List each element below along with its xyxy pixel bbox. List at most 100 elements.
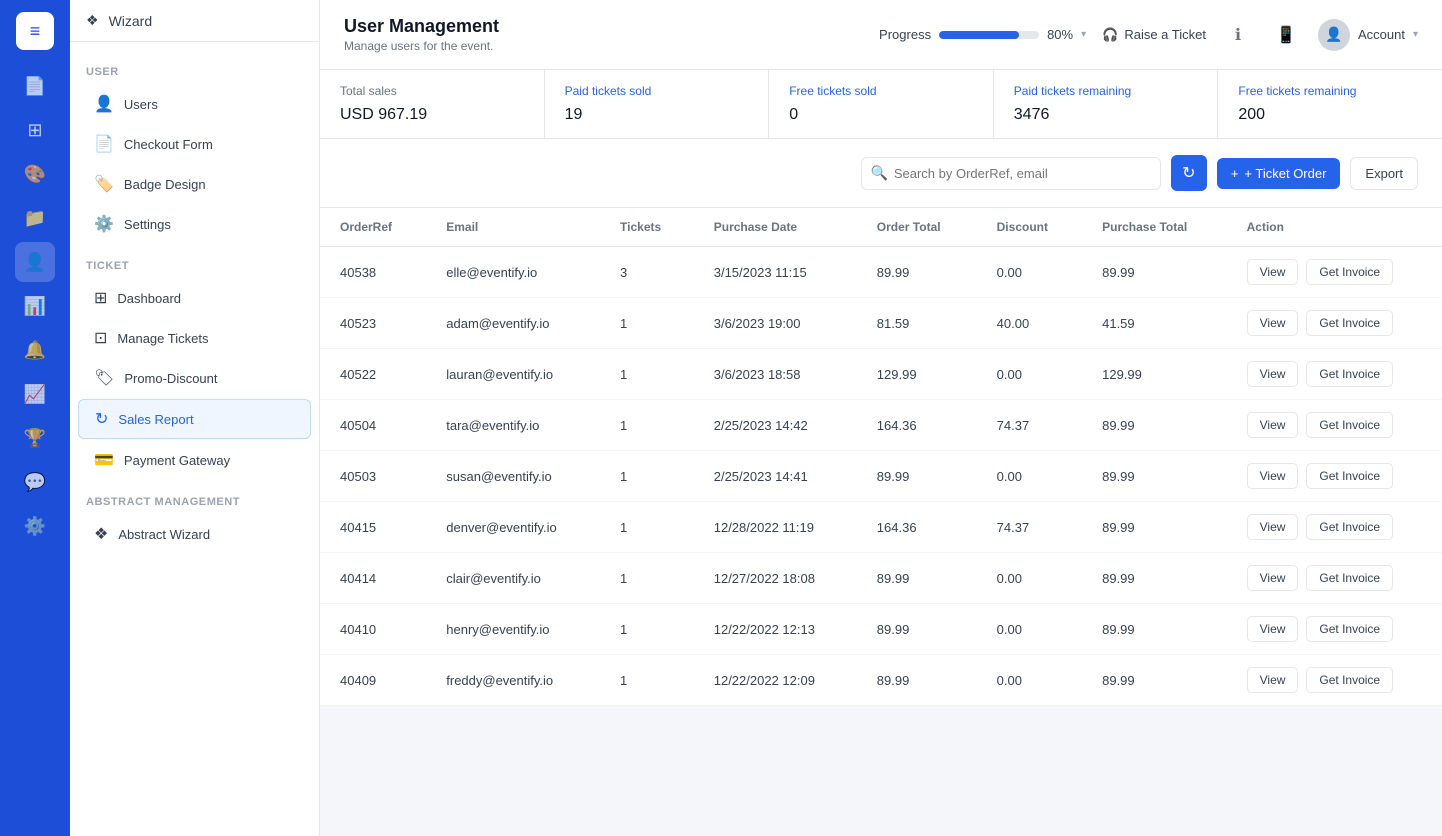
ticket-order-button[interactable]: + + Ticket Order [1217, 158, 1341, 189]
cell-email: freddy@eventify.io [426, 655, 600, 706]
cell-action: View Get Invoice [1227, 502, 1442, 553]
progress-dropdown-arrow[interactable]: ▾ [1081, 29, 1086, 40]
sidebar-item-wizard[interactable]: ❖ Wizard [70, 0, 319, 42]
cell-purchase-date: 12/22/2022 12:09 [694, 655, 857, 706]
sidebar-item-promo-discount[interactable]: 🏷 Promo-Discount [78, 359, 311, 397]
col-order-total: Order Total [857, 208, 977, 247]
cell-action: View Get Invoice [1227, 553, 1442, 604]
abstract-wizard-icon: ❖ [94, 524, 108, 544]
cell-email: susan@eventify.io [426, 451, 600, 502]
cell-email: adam@eventify.io [426, 298, 600, 349]
cell-order-total: 89.99 [857, 247, 977, 298]
cell-tickets: 1 [600, 400, 694, 451]
view-button[interactable]: View [1247, 616, 1299, 642]
cell-discount: 0.00 [977, 451, 1082, 502]
cell-purchase-date: 12/22/2022 12:13 [694, 604, 857, 655]
get-invoice-button[interactable]: Get Invoice [1306, 616, 1393, 642]
view-button[interactable]: View [1247, 259, 1299, 285]
nav-chart-icon[interactable]: 📊 [15, 286, 55, 326]
get-invoice-button[interactable]: Get Invoice [1306, 310, 1393, 336]
progress-bar [939, 31, 1039, 39]
col-discount: Discount [977, 208, 1082, 247]
nav-palette-icon[interactable]: 🎨 [15, 154, 55, 194]
cell-tickets: 1 [600, 451, 694, 502]
info-icon-button[interactable]: ℹ [1222, 19, 1254, 51]
stat-free-remaining: Free tickets remaining 200 [1218, 70, 1442, 138]
get-invoice-button[interactable]: Get Invoice [1306, 412, 1393, 438]
get-invoice-button[interactable]: Get Invoice [1306, 667, 1393, 693]
view-button[interactable]: View [1247, 514, 1299, 540]
sidebar-item-dashboard[interactable]: ⊞ Dashboard [78, 279, 311, 317]
cell-order-total: 164.36 [857, 400, 977, 451]
sidebar-item-badge-design[interactable]: 🏷️ Badge Design [78, 165, 311, 203]
view-button[interactable]: View [1247, 463, 1299, 489]
dashboard-icon: ⊞ [94, 288, 107, 308]
get-invoice-button[interactable]: Get Invoice [1306, 514, 1393, 540]
sidebar-item-manage-tickets[interactable]: ⊡ Manage Tickets [78, 319, 311, 357]
ticket-section-label: Ticket [70, 244, 319, 278]
stat-free-sold: Free tickets sold 0 [769, 70, 994, 138]
phone-icon-button[interactable]: 📱 [1270, 19, 1302, 51]
raise-ticket-button[interactable]: 🎧 Raise a Ticket [1102, 27, 1206, 43]
sidebar-item-settings[interactable]: ⚙️ Settings [78, 205, 311, 243]
account-button[interactable]: 👤 Account ▾ [1318, 19, 1418, 51]
get-invoice-button[interactable]: Get Invoice [1306, 565, 1393, 591]
sidebar-item-users[interactable]: 👤 Users [78, 85, 311, 123]
stat-paid-sold: Paid tickets sold 19 [545, 70, 770, 138]
checkout-icon: 📄 [94, 134, 114, 154]
get-invoice-button[interactable]: Get Invoice [1306, 259, 1393, 285]
nav-folder-icon[interactable]: 📁 [15, 198, 55, 238]
cell-orderref: 40503 [320, 451, 426, 502]
view-button[interactable]: View [1247, 565, 1299, 591]
cell-action: View Get Invoice [1227, 655, 1442, 706]
header: User Management Manage users for the eve… [320, 0, 1442, 70]
cell-action: View Get Invoice [1227, 349, 1442, 400]
get-invoice-button[interactable]: Get Invoice [1306, 361, 1393, 387]
cell-discount: 0.00 [977, 655, 1082, 706]
cell-action: View Get Invoice [1227, 604, 1442, 655]
cell-tickets: 1 [600, 655, 694, 706]
cell-discount: 74.37 [977, 400, 1082, 451]
sidebar-item-sales-report[interactable]: ↻ Sales Report [78, 399, 311, 439]
table-row: 40409 freddy@eventify.io 1 12/22/2022 12… [320, 655, 1442, 706]
get-invoice-button[interactable]: Get Invoice [1306, 463, 1393, 489]
col-orderref: OrderRef [320, 208, 426, 247]
progress-label: Progress [879, 27, 931, 42]
cell-purchase-date: 12/28/2022 11:19 [694, 502, 857, 553]
table-row: 40523 adam@eventify.io 1 3/6/2023 19:00 … [320, 298, 1442, 349]
cell-order-total: 129.99 [857, 349, 977, 400]
cell-purchase-date: 2/25/2023 14:42 [694, 400, 857, 451]
nav-chat-icon[interactable]: 💬 [15, 462, 55, 502]
view-button[interactable]: View [1247, 667, 1299, 693]
nav-trophy-icon[interactable]: 🏆 [15, 418, 55, 458]
badge-icon: 🏷️ [94, 174, 114, 194]
nav-file-icon[interactable]: 📄 [15, 66, 55, 106]
table-row: 40522 lauran@eventify.io 1 3/6/2023 18:5… [320, 349, 1442, 400]
cell-purchase-total: 89.99 [1082, 247, 1227, 298]
nav-bar-icon[interactable]: 📈 [15, 374, 55, 414]
view-button[interactable]: View [1247, 361, 1299, 387]
view-button[interactable]: View [1247, 310, 1299, 336]
cell-purchase-total: 89.99 [1082, 553, 1227, 604]
page-subtitle: Manage users for the event. [344, 39, 499, 53]
search-input[interactable] [861, 157, 1161, 190]
progress-bar-fill [939, 31, 1019, 39]
nav-user-icon[interactable]: 👤 [15, 242, 55, 282]
sidebar-item-checkout-form[interactable]: 📄 Checkout Form [78, 125, 311, 163]
refresh-button[interactable]: ↻ [1171, 155, 1207, 191]
paid-sold-value: 19 [565, 106, 749, 124]
sidebar-item-abstract-wizard[interactable]: ❖ Abstract Wizard [78, 515, 311, 553]
export-button[interactable]: Export [1350, 157, 1418, 190]
nav-cog-icon[interactable]: ⚙️ [15, 506, 55, 546]
cell-orderref: 40410 [320, 604, 426, 655]
view-button[interactable]: View [1247, 412, 1299, 438]
app-logo[interactable]: ≡ [16, 12, 54, 50]
paid-remaining-value: 3476 [1014, 106, 1198, 124]
cell-tickets: 1 [600, 349, 694, 400]
cell-purchase-date: 3/6/2023 19:00 [694, 298, 857, 349]
nav-grid-icon[interactable]: ⊞ [15, 110, 55, 150]
sidebar-item-payment-gateway[interactable]: 💳 Payment Gateway [78, 441, 311, 479]
cell-discount: 0.00 [977, 349, 1082, 400]
nav-bell-icon[interactable]: 🔔 [15, 330, 55, 370]
icon-bar: ≡ 📄 ⊞ 🎨 📁 👤 📊 🔔 📈 🏆 💬 ⚙️ [0, 0, 70, 836]
